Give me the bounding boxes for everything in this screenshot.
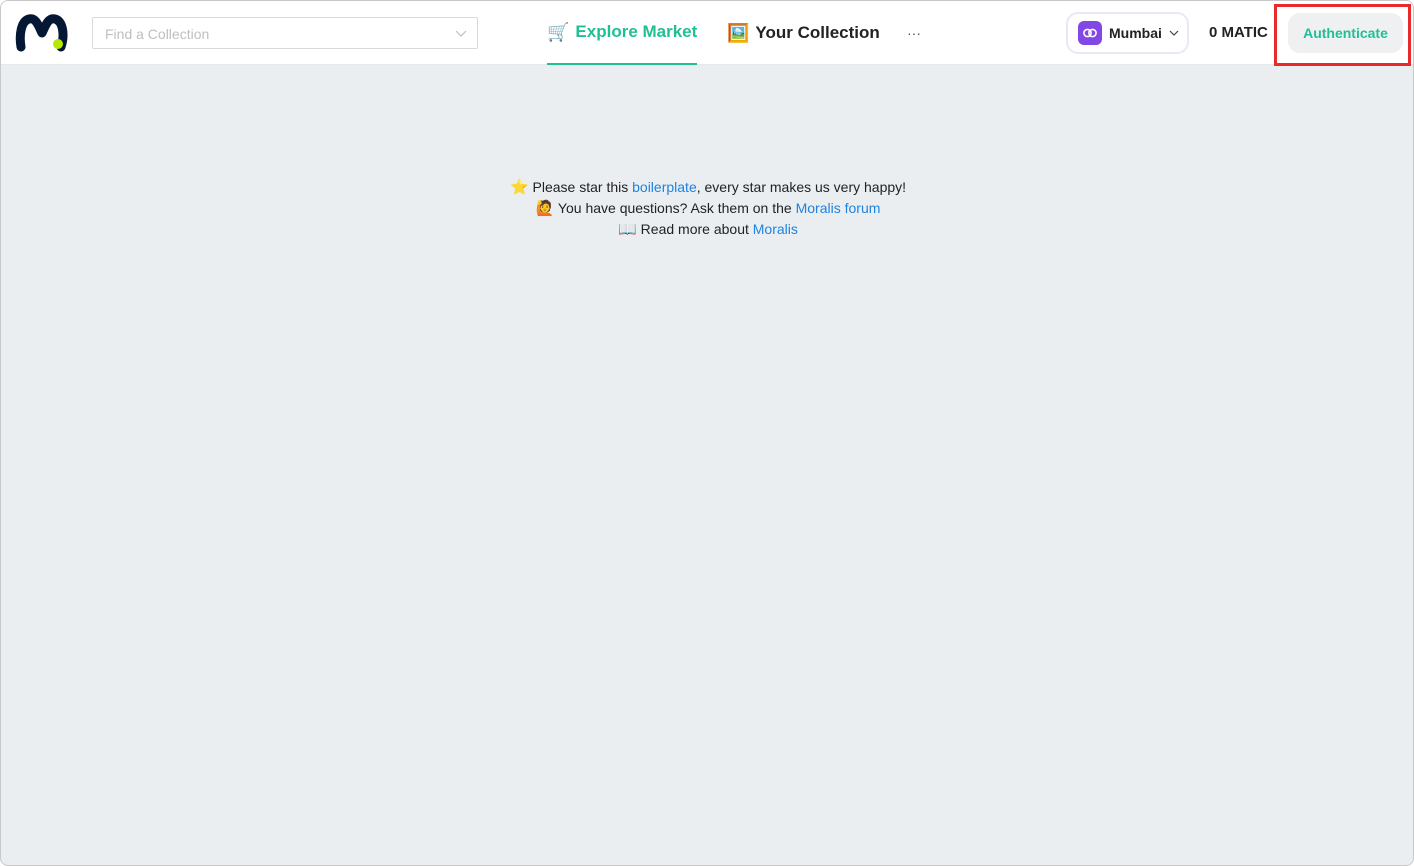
framed-picture-icon: 🖼️	[727, 22, 750, 43]
star-icon: ⭐️	[509, 179, 529, 196]
tab-your-collection[interactable]: 🖼️ Your Collection	[727, 1, 880, 65]
moralis-link[interactable]: Moralis	[753, 221, 798, 237]
info-text: , every star makes us very happy!	[696, 179, 907, 195]
native-balance: 0 MATIC	[1209, 24, 1268, 41]
collection-search-select[interactable]: Find a Collection	[92, 17, 478, 49]
chain-label: Mumbai	[1109, 25, 1162, 41]
header: Find a Collection 🛒 Explore Market 🖼️ Yo…	[1, 1, 1413, 66]
more-menu-button[interactable]: ···	[907, 1, 921, 65]
search-placeholder: Find a Collection	[105, 26, 210, 42]
tab-label: Your Collection	[755, 23, 880, 42]
open-book-icon: 📖	[618, 221, 637, 238]
info-line-questions: 🙋 You have questions? Ask them on the Mo…	[1, 198, 1413, 219]
info-message: ⭐️ Please star this boilerplate, every s…	[1, 177, 1413, 240]
info-line-read-more: 📖 Read more about Moralis	[1, 219, 1413, 240]
ellipsis-icon: ···	[907, 25, 921, 41]
info-text: You have questions? Ask them on the	[554, 200, 796, 216]
moralis-forum-link[interactable]: Moralis forum	[796, 200, 881, 216]
chevron-down-icon	[455, 30, 467, 37]
chain-selector-button[interactable]: Mumbai	[1066, 12, 1189, 54]
boilerplate-link[interactable]: boilerplate	[632, 179, 697, 195]
info-text: Please star this	[528, 179, 633, 195]
tab-explore-market[interactable]: 🛒 Explore Market	[547, 1, 698, 65]
info-text: Read more about	[636, 221, 753, 237]
authenticate-button[interactable]: Authenticate	[1288, 13, 1403, 53]
shopping-cart-icon: 🛒	[547, 21, 570, 42]
moralis-logo-icon[interactable]	[15, 13, 69, 53]
info-line-star: ⭐️ Please star this boilerplate, every s…	[1, 177, 1413, 198]
chevron-down-icon	[1169, 30, 1179, 36]
raising-hand-icon: 🙋	[535, 200, 555, 217]
app-window: Find a Collection 🛒 Explore Market 🖼️ Yo…	[0, 0, 1414, 866]
tab-label: Explore Market	[575, 22, 698, 41]
polygon-icon	[1078, 21, 1102, 45]
